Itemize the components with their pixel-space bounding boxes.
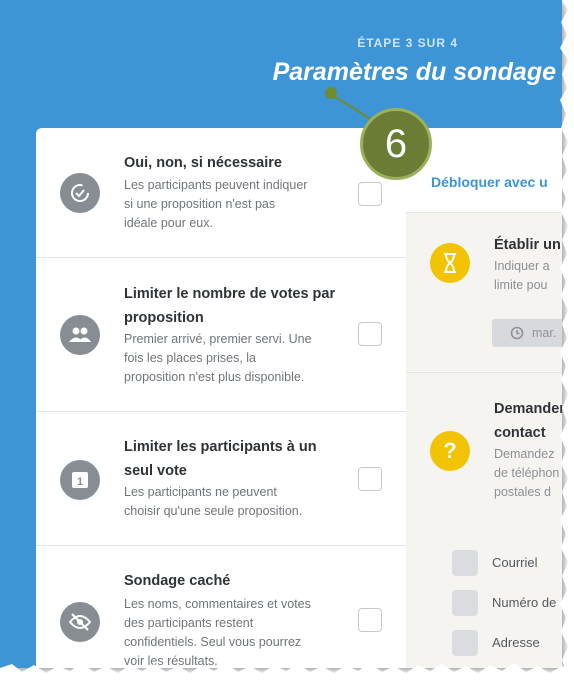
deadline-desc: Indiquer a limite pou xyxy=(494,259,550,292)
torn-edge-bottom xyxy=(0,663,574,685)
option-limit-votes[interactable]: Limiter le nombre de votes par propositi… xyxy=(36,258,406,412)
contact-section: ? Demander contact Demandez de téléphon … xyxy=(406,373,562,668)
address-checkbox[interactable] xyxy=(452,630,478,656)
hourglass-icon xyxy=(430,243,470,283)
one-vote-icon: 1 xyxy=(60,460,100,500)
check-circle-icon xyxy=(60,173,100,213)
option-desc: Les participants peuvent indiquer si une… xyxy=(124,178,308,230)
settings-card: Oui, non, si nécessaire Les participants… xyxy=(36,128,406,668)
option-desc: Premier arrivé, premier servi. Une fois … xyxy=(124,332,312,384)
contact-desc: Demandez de téléphon postales d xyxy=(494,447,560,499)
callout-badge: 6 xyxy=(360,108,432,180)
unlock-label[interactable]: Débloquer avec u xyxy=(431,174,548,190)
deadline-title: Établir un xyxy=(494,237,561,253)
option-checkbox[interactable] xyxy=(358,322,382,346)
date-label: mar. xyxy=(532,326,557,340)
app-frame: ÉTAPE 3 SUR 4 Paramètres du sondage Oui,… xyxy=(0,0,562,668)
clock-icon xyxy=(510,326,524,340)
option-title: Sondage caché xyxy=(124,573,231,589)
page-title: Paramètres du sondage xyxy=(272,58,556,86)
eye-off-icon xyxy=(60,602,100,642)
date-picker-button[interactable]: mar. xyxy=(492,319,562,347)
option-single-vote[interactable]: 1 Limiter les participants à un seul vot… xyxy=(36,412,406,546)
phone-label: Numéro de xyxy=(492,595,557,610)
contact-title: Demander contact xyxy=(494,401,562,441)
deadline-section: Établir un Indiquer a limite pou mar. xyxy=(406,213,562,373)
option-title: Oui, non, si nécessaire xyxy=(124,155,282,171)
option-desc: Les noms, commentaires et votes des part… xyxy=(124,597,311,668)
option-desc: Les participants ne peuvent choisir qu'u… xyxy=(124,485,303,518)
step-indicator: ÉTAPE 3 SUR 4 xyxy=(357,36,458,50)
email-checkbox[interactable] xyxy=(452,550,478,576)
option-yes-no-ifneeded[interactable]: Oui, non, si nécessaire Les participants… xyxy=(36,128,406,258)
svg-text:1: 1 xyxy=(77,476,83,488)
option-checkbox[interactable] xyxy=(358,467,382,491)
option-checkbox[interactable] xyxy=(358,182,382,206)
address-label: Adresse xyxy=(492,635,540,650)
torn-edge-right xyxy=(560,0,574,685)
phone-checkbox[interactable] xyxy=(452,590,478,616)
option-checkbox[interactable] xyxy=(358,608,382,632)
premium-card: Débloquer avec u Établir un Indiquer a l… xyxy=(406,128,562,668)
option-hidden-poll[interactable]: Sondage caché Les noms, commentaires et … xyxy=(36,546,406,668)
email-label: Courriel xyxy=(492,555,538,570)
option-title: Limiter le nombre de votes par propositi… xyxy=(124,286,336,326)
group-icon xyxy=(60,315,100,355)
option-title: Limiter les participants à un seul vote xyxy=(124,439,317,479)
question-icon: ? xyxy=(430,431,470,471)
